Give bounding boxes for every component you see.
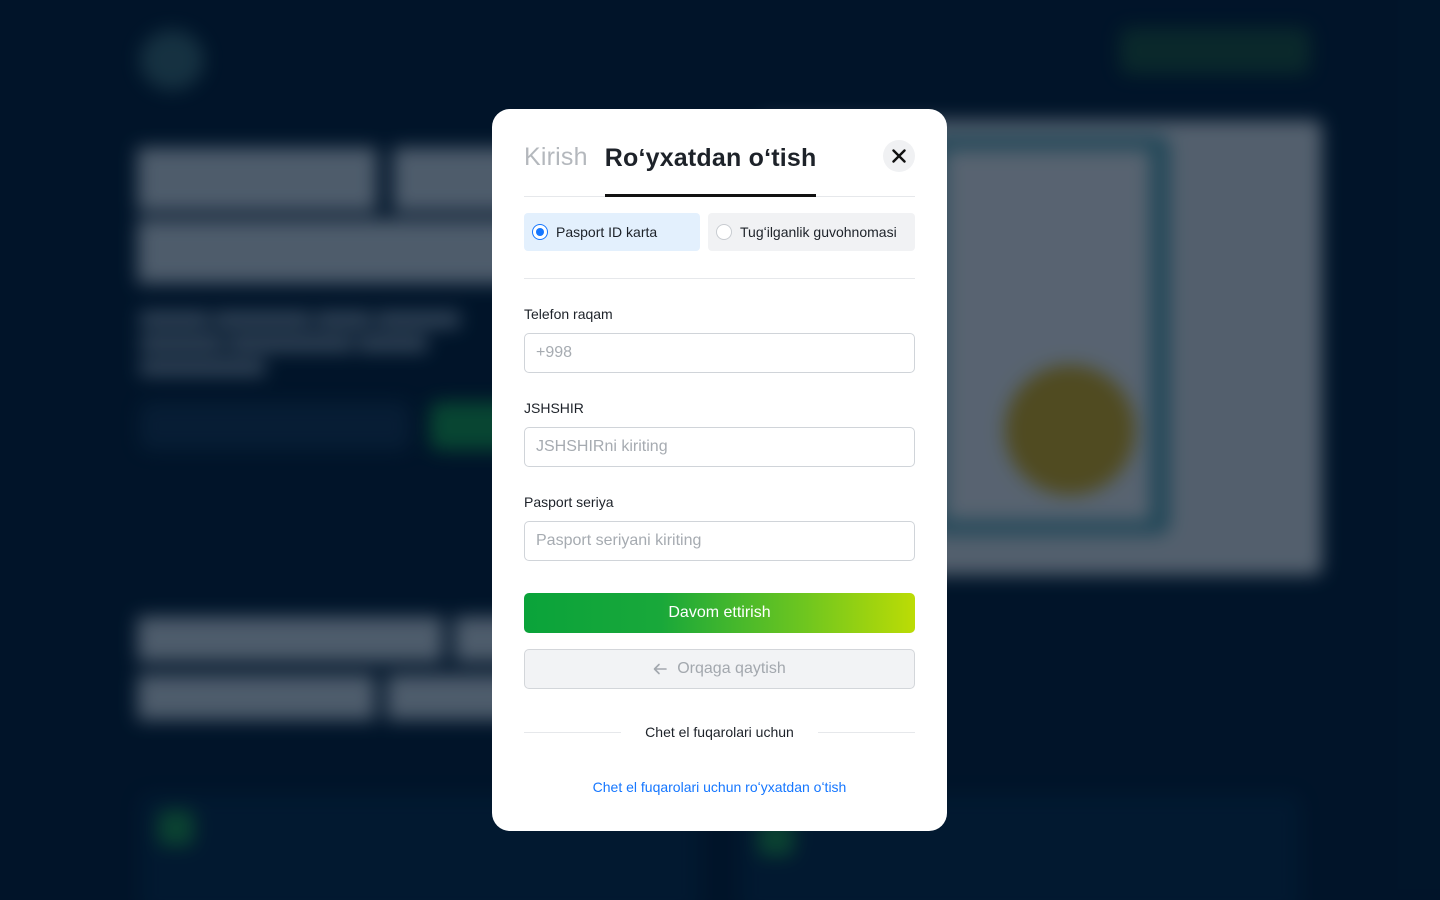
radio-option-birth-certificate[interactable]: Tugʻilganlik guvohnomasi xyxy=(708,213,915,251)
jshshir-field-group: JSHSHIR xyxy=(524,400,915,467)
tab-register[interactable]: Roʻyxatdan oʻtish xyxy=(604,143,817,197)
foreign-divider-text: Chet el fuqarolari uchun xyxy=(645,724,794,740)
document-type-selector: Pasport ID karta Tugʻilganlik guvohnomas… xyxy=(524,213,915,279)
registration-modal: Kirish Roʻyxatdan oʻtish Pasport ID kart… xyxy=(492,109,947,831)
radio-button-unchecked[interactable] xyxy=(716,224,732,240)
radio-button-checked[interactable] xyxy=(532,224,548,240)
foreign-divider: Chet el fuqarolari uchun xyxy=(524,724,915,740)
radio-option-label: Pasport ID karta xyxy=(556,224,658,240)
radio-option-label: Tugʻilganlik guvohnomasi xyxy=(740,224,897,240)
passport-series-field-group: Pasport seriya xyxy=(524,494,915,561)
back-button[interactable]: Orqaga qaytish xyxy=(524,649,915,689)
continue-button[interactable]: Davom ettirish xyxy=(524,593,915,633)
divider-line xyxy=(524,731,622,733)
radio-option-passport[interactable]: Pasport ID karta xyxy=(524,213,700,251)
auth-tabs: Kirish Roʻyxatdan oʻtish xyxy=(524,109,915,197)
back-button-label: Orqaga qaytish xyxy=(677,660,786,677)
phone-field-group: Telefon raqam xyxy=(524,306,915,373)
jshshir-input[interactable] xyxy=(524,427,915,467)
passport-series-input[interactable] xyxy=(524,521,915,561)
passport-series-label: Pasport seriya xyxy=(524,494,614,510)
phone-label: Telefon raqam xyxy=(524,306,613,322)
foreign-registration-link[interactable]: Chet el fuqarolari uchun roʻyxatdan oʻti… xyxy=(524,779,915,795)
phone-input[interactable] xyxy=(524,333,915,373)
divider-line xyxy=(817,731,915,733)
arrow-left-icon xyxy=(653,663,668,675)
close-button[interactable] xyxy=(883,140,915,172)
jshshir-label: JSHSHIR xyxy=(524,400,584,416)
close-icon xyxy=(892,149,906,163)
tab-login[interactable]: Kirish xyxy=(524,142,588,196)
